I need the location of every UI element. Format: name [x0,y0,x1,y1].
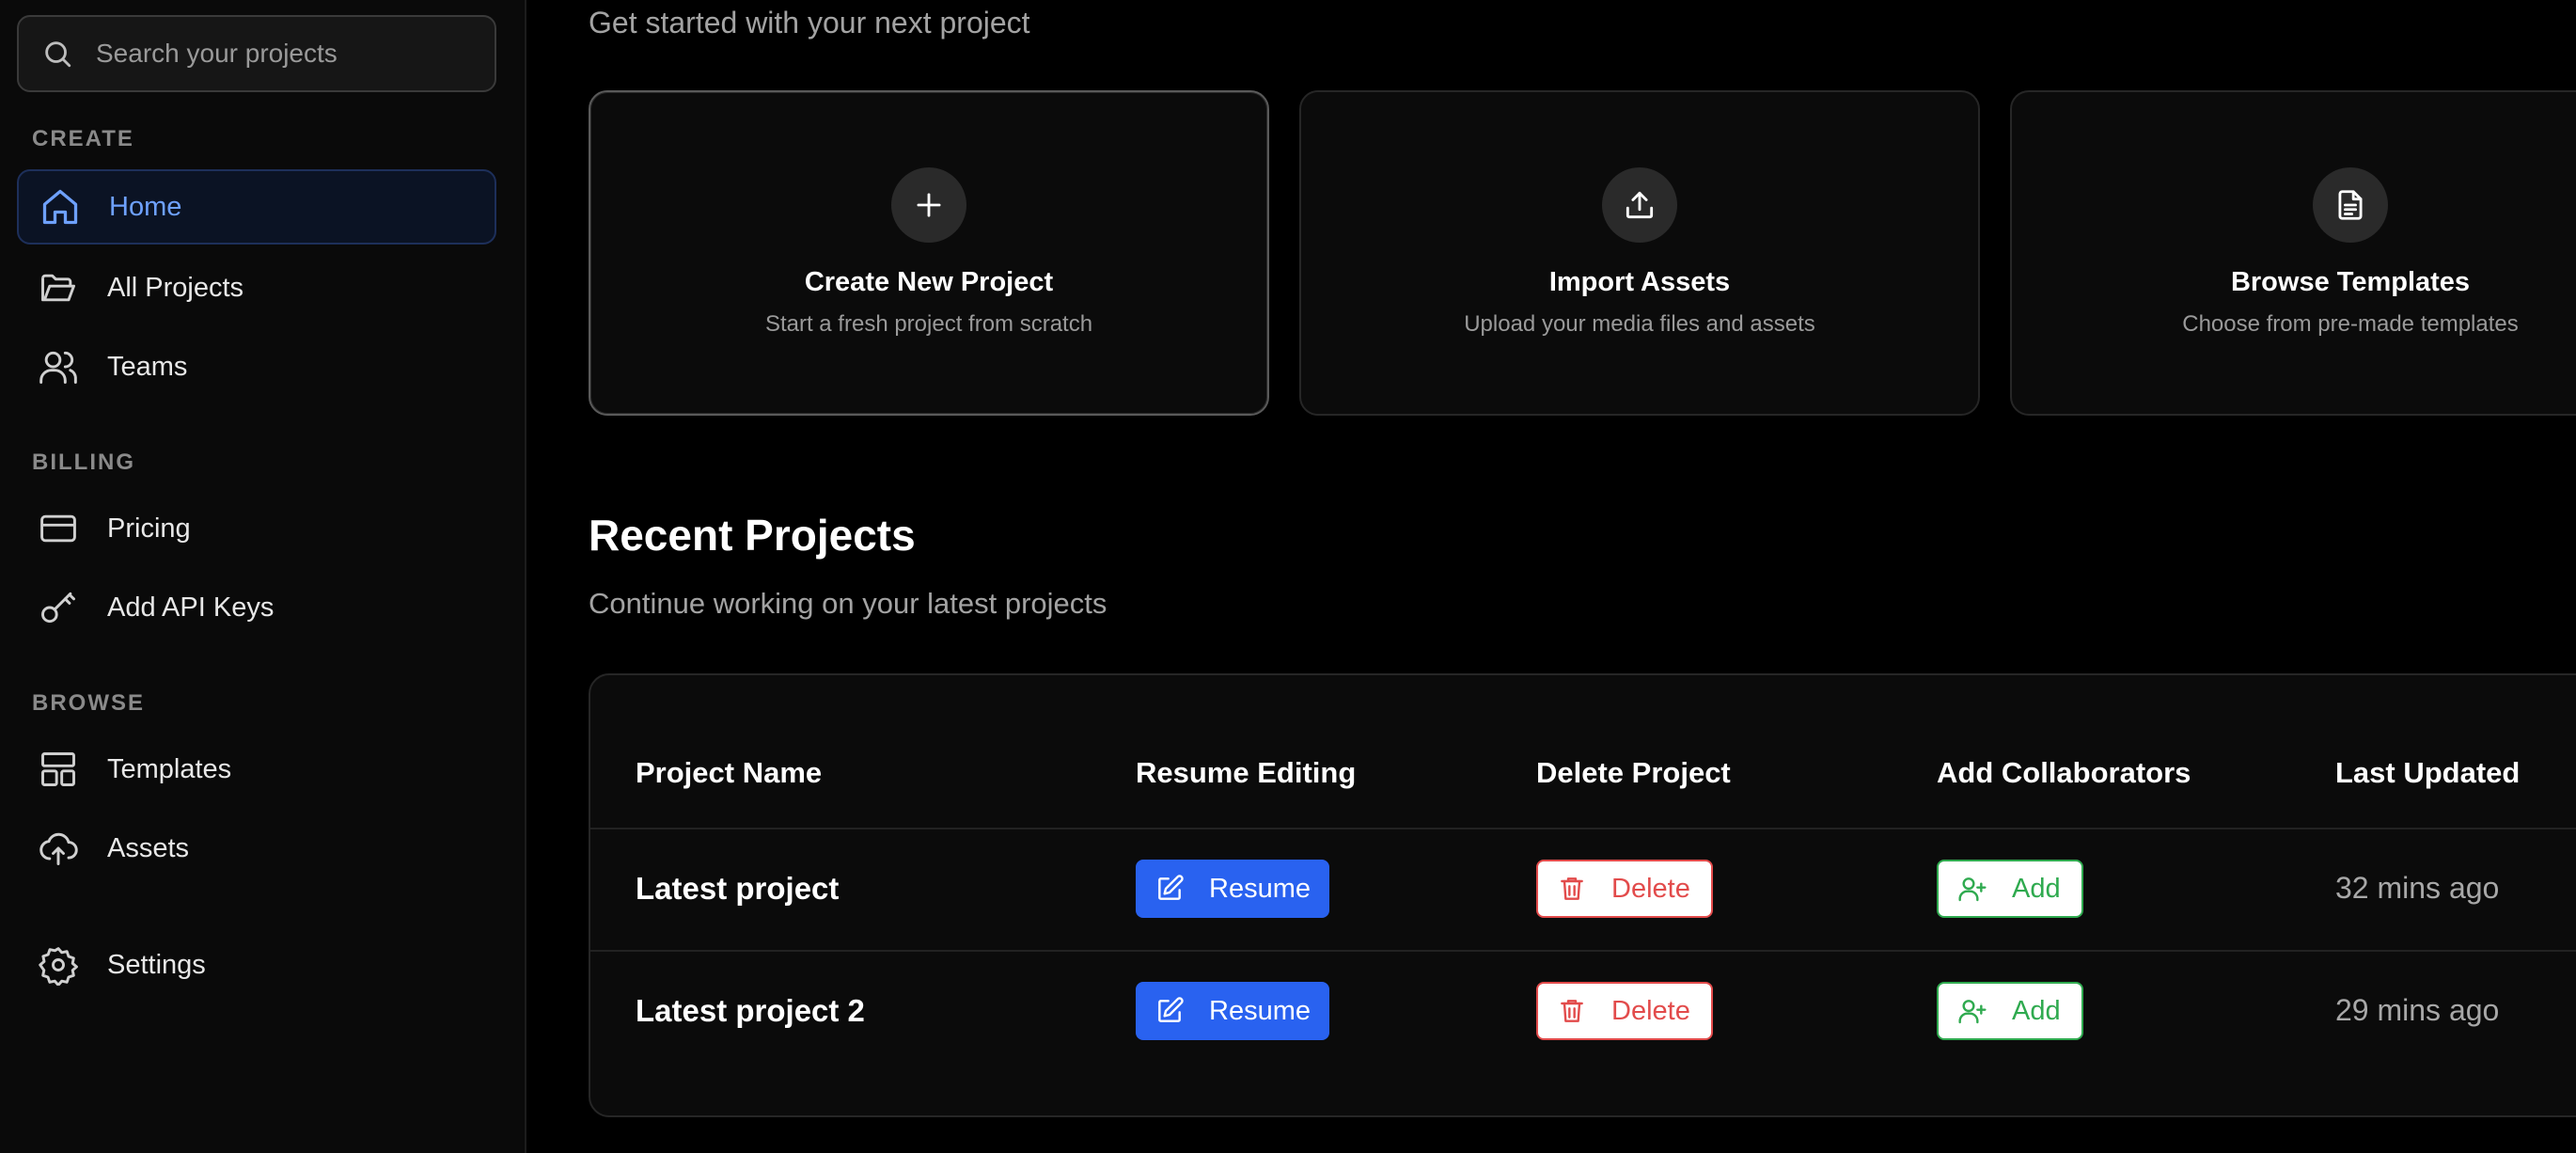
upload-icon [1602,167,1677,243]
user-plus-icon [1958,877,1987,902]
user-plus-icon [1958,1000,1987,1024]
card-description: Choose from pre-made templates [2182,311,2519,337]
create-new-project-card[interactable]: Create New Project Start a fresh project… [589,90,1269,416]
last-updated: 32 mins ago [2335,871,2500,905]
delete-button[interactable]: Delete [1536,860,1713,918]
layout-icon [41,752,75,786]
resume-label: Resume [1209,995,1311,1026]
add-label: Add [2012,873,2061,904]
card-title: Browse Templates [2230,267,2471,297]
recent-projects-heading: Recent Projects [589,511,916,560]
gear-icon [39,947,78,986]
sidebar-item-label: Templates [107,753,232,784]
delete-label: Delete [1611,995,1690,1026]
project-name: Latest project 2 [636,993,865,1028]
plus-icon [891,167,966,243]
sidebar-item-add-api-keys[interactable]: Add API Keys [17,570,496,645]
import-assets-card[interactable]: Import Assets Upload your media files an… [1299,90,1980,416]
last-updated: 29 mins ago [2335,993,2500,1027]
sidebar-item-templates[interactable]: Templates [17,732,496,807]
home-icon [42,189,78,225]
sidebar-item-label: Home [109,191,182,222]
card-description: Upload your media files and assets [1464,311,1815,337]
sidebar-item-label: Add API Keys [107,592,275,623]
sidebar-item-label: All Projects [107,272,244,303]
column-header-last-updated: Last Updated [2335,756,2521,789]
trash-icon [1561,1000,1583,1022]
page-subtitle: Get started with your next project [589,6,1030,39]
card-title: Create New Project [804,267,1054,297]
card-title: Import Assets [1548,267,1731,297]
divider [590,950,2576,952]
sidebar-item-label: Assets [107,832,190,863]
column-header-resume-editing: Resume Editing [1136,756,1357,789]
add-collaborator-button[interactable]: Add [1937,982,2083,1040]
search-input[interactable] [94,38,474,70]
sidebar-item-assets[interactable]: Assets [17,811,496,886]
sidebar-item-label: Settings [107,949,206,980]
resume-button[interactable]: Resume [1136,982,1329,1040]
sidebar-item-label: Teams [107,351,188,382]
add-collaborator-button[interactable]: Add [1937,860,2083,918]
sidebar-item-pricing[interactable]: Pricing [17,491,496,566]
project-name: Latest project [636,871,840,906]
folder-open-icon [41,274,75,302]
add-label: Add [2012,995,2061,1026]
search-icon [45,41,71,68]
resume-button[interactable]: Resume [1136,860,1329,918]
browse-templates-card[interactable]: Browse Templates Choose from pre-made te… [2010,90,2576,416]
sidebar-item-label: Pricing [107,513,191,544]
section-title-create: CREATE [32,126,134,151]
column-header-add-collaborators: Add Collaborators [1937,756,2191,789]
recent-projects-subheading: Continue working on your latest projects [589,587,1107,620]
sidebar-item-all-projects[interactable]: All Projects [17,250,496,325]
sidebar-item-teams[interactable]: Teams [17,329,496,404]
sidebar-item-settings[interactable]: Settings [17,927,496,1003]
sidebar: CREATE Home All Projects Teams BILLING P… [0,0,526,1153]
card-description: Start a fresh project from scratch [764,311,1093,337]
sidebar-item-home[interactable]: Home [17,169,496,245]
section-title-browse: BROWSE [32,690,145,716]
trash-icon [1561,877,1583,900]
credit-card-icon [40,514,76,543]
resume-label: Resume [1209,873,1311,904]
column-header-project-name: Project Name [636,756,823,789]
search-box[interactable] [17,15,496,92]
divider [590,828,2576,829]
document-icon [2313,167,2388,243]
edit-icon [1158,997,1184,1022]
users-icon [39,351,77,384]
section-title-billing: BILLING [32,450,135,475]
delete-button[interactable]: Delete [1536,982,1713,1040]
delete-label: Delete [1611,873,1690,904]
projects-table: Project Name Resume Editing Delete Proje… [589,673,2576,1117]
cloud-upload-icon [39,832,78,865]
column-header-delete-project: Delete Project [1536,756,1731,789]
edit-icon [1158,875,1184,900]
key-icon [41,592,75,624]
